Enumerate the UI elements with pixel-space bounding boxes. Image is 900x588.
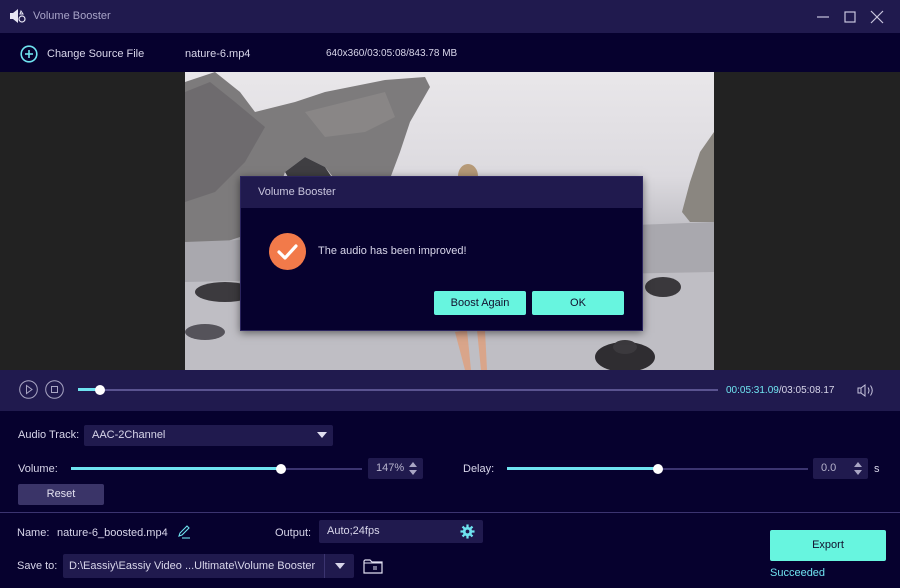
play-icon — [19, 380, 38, 399]
seek-handle[interactable] — [95, 385, 106, 395]
delay-fill — [507, 467, 658, 470]
toolbar: Change Source File nature-6.mp4 640x360/… — [0, 33, 900, 72]
maximize-icon — [844, 11, 856, 23]
title-bar: Volume Booster — [0, 0, 900, 33]
current-time: 00:05:31.09 — [726, 385, 779, 396]
window-title: Volume Booster — [33, 10, 111, 22]
minimize-icon — [817, 16, 829, 18]
delay-slider[interactable] — [507, 464, 808, 474]
change-source-file-button[interactable]: Change Source File — [20, 45, 144, 63]
volume-value: 147% — [376, 462, 405, 474]
save-path-dropdown-button[interactable] — [325, 554, 354, 578]
output-panel: Name: nature-6_boosted.mp4 Output: Auto;… — [0, 513, 900, 588]
source-file-name: nature-6.mp4 — [185, 48, 251, 60]
save-to-label: Save to: — [17, 560, 58, 572]
add-circle-icon — [20, 45, 38, 63]
output-file-name: nature-6_boosted.mp4 — [57, 527, 168, 539]
chevron-down-icon — [317, 432, 327, 438]
output-label: Output: — [275, 527, 312, 539]
delay-value: 0.0 — [821, 462, 837, 474]
output-format-value: Auto;24fps — [327, 525, 380, 537]
dialog-message: The audio has been improved! — [318, 245, 467, 257]
speaker-icon[interactable] — [857, 383, 875, 398]
volume-booster-app-icon — [10, 9, 26, 23]
video-preview-area: Volume Booster The audio has been improv… — [0, 72, 900, 370]
export-button[interactable]: Export — [770, 530, 886, 561]
volume-stepper[interactable]: 147% — [368, 458, 423, 479]
output-format-field[interactable]: Auto;24fps — [319, 520, 483, 543]
success-dialog: Volume Booster The audio has been improv… — [240, 176, 643, 331]
close-button[interactable] — [867, 7, 887, 27]
volume-handle[interactable] — [275, 464, 286, 474]
volume-slider[interactable] — [71, 464, 362, 474]
delay-label: Delay: — [463, 463, 495, 475]
player-controls: 00:05:31.09/03:05:08.17 — [0, 370, 900, 411]
open-folder-icon[interactable] — [363, 558, 383, 575]
volume-up-arrow-icon[interactable] — [409, 462, 417, 467]
seek-track — [78, 389, 718, 391]
reset-button[interactable]: Reset — [18, 484, 104, 505]
audio-track-select[interactable]: AAC-2Channel — [84, 425, 333, 446]
save-path-field[interactable]: D:\Eassiy\Eassiy Video ...Ultimate\Volum… — [63, 554, 354, 578]
delay-stepper[interactable]: 0.0 — [813, 458, 868, 479]
audio-track-value: AAC-2Channel — [92, 429, 166, 441]
edit-pencil-icon[interactable] — [177, 525, 191, 539]
total-time: 03:05:08.17 — [781, 385, 835, 396]
chevron-down-icon — [335, 563, 345, 569]
stop-button[interactable] — [45, 380, 64, 399]
gear-icon[interactable] — [460, 524, 475, 539]
audio-settings-panel: Audio Track: AAC-2Channel Volume: 147% D… — [0, 411, 900, 513]
seek-slider[interactable] — [78, 385, 718, 395]
dialog-title: Volume Booster — [241, 177, 642, 208]
maximize-button[interactable] — [840, 7, 860, 27]
minimize-button[interactable] — [813, 7, 833, 27]
name-label: Name: — [17, 527, 50, 539]
check-circle-icon — [269, 233, 306, 270]
volume-fill — [71, 467, 281, 470]
audio-track-label: Audio Track: — [18, 429, 80, 441]
play-button[interactable] — [19, 380, 38, 399]
ok-button[interactable]: OK — [532, 291, 624, 315]
delay-handle[interactable] — [652, 464, 663, 474]
time-readout: 00:05:31.09/03:05:08.17 — [726, 385, 834, 396]
volume-down-arrow-icon[interactable] — [409, 470, 417, 475]
save-path-value: D:\Eassiy\Eassiy Video ...Ultimate\Volum… — [69, 560, 316, 572]
stop-icon — [45, 380, 64, 399]
delay-down-arrow-icon[interactable] — [854, 470, 862, 475]
export-status: Succeeded — [770, 567, 826, 579]
source-file-info: 640x360/03:05:08/843.78 MB — [326, 48, 458, 59]
close-icon — [870, 10, 884, 24]
delay-up-arrow-icon[interactable] — [854, 462, 862, 467]
boost-again-button[interactable]: Boost Again — [434, 291, 526, 315]
volume-label: Volume: — [18, 463, 58, 475]
change-source-file-label: Change Source File — [47, 48, 145, 60]
delay-unit: s — [874, 463, 880, 475]
